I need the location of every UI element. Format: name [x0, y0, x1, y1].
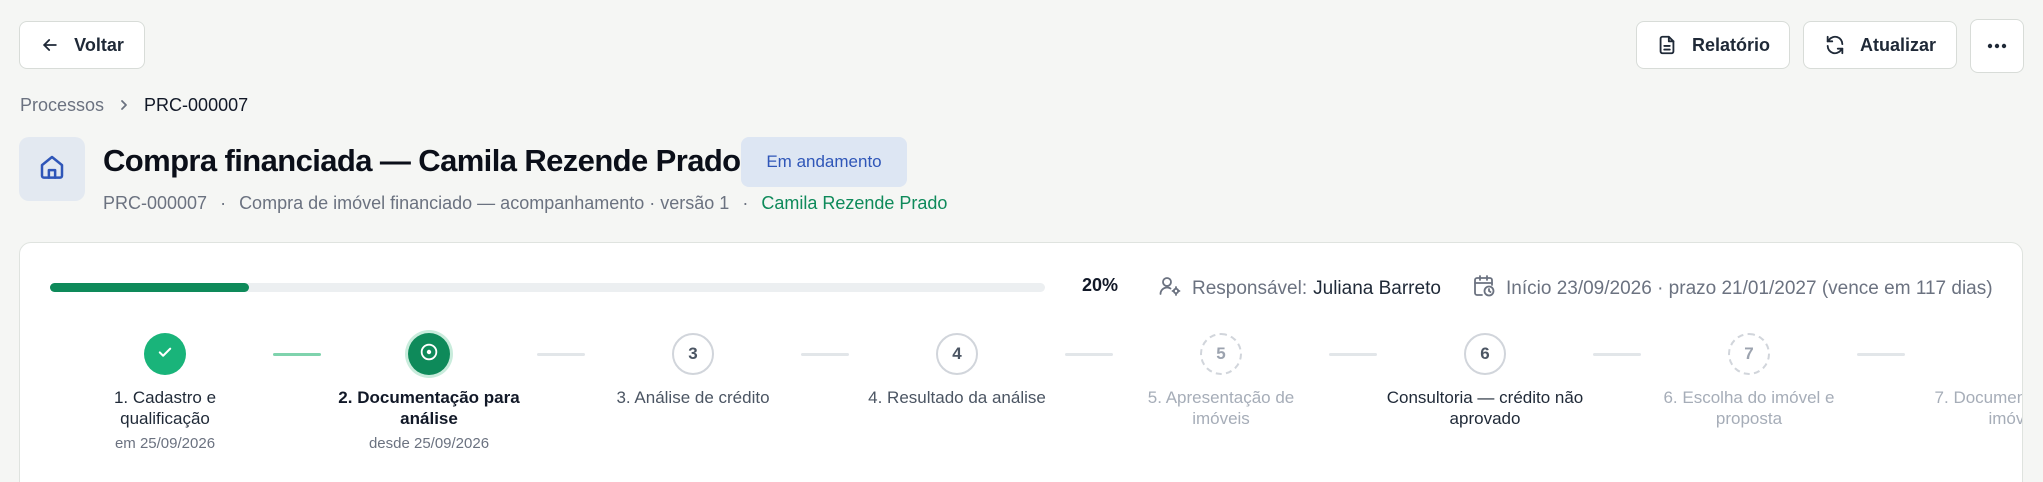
breadcrumb-current: PRC-000007: [144, 95, 249, 115]
progress-percent: 20%: [1082, 275, 1119, 295]
current-step-icon: [418, 341, 440, 368]
arrow-left-icon: [40, 35, 60, 55]
process-code: PRC-000007: [103, 193, 208, 213]
report-button[interactable]: Relatório: [1636, 21, 1790, 69]
step-3[interactable]: 3 3. Análise de crédito: [573, 333, 813, 408]
back-button[interactable]: Voltar: [19, 21, 145, 69]
status-badge: Em andamento: [741, 137, 907, 187]
client-link[interactable]: Camila Rezende Prado: [761, 193, 947, 214]
breadcrumb-processes-link[interactable]: Processos: [20, 95, 104, 116]
step-1-date: em 25/09/2026: [114, 435, 216, 452]
step-3-circle: 3: [672, 333, 714, 375]
step-5[interactable]: 5 5. Apresentação de imóveis: [1101, 333, 1341, 429]
user-settings-icon: [1158, 274, 1182, 304]
refresh-button-label: Atualizar: [1859, 34, 1937, 55]
back-button-label: Voltar: [74, 34, 124, 55]
process-subtitle: PRC-000007 · Compra de imóvel financiado…: [103, 193, 947, 214]
step-7-circle: 7: [1728, 333, 1770, 375]
more-horizontal-icon: [1987, 43, 2007, 49]
owner-info: Responsável: Juliana Barreto: [1158, 274, 1441, 304]
step-8[interactable]: 7. Documentação do imóvel: [1893, 333, 2022, 429]
page-title: Compra financiada — Camila Rezende Prado: [103, 143, 741, 178]
chevron-right-icon: [118, 95, 130, 116]
step-6[interactable]: 6 Consultoria — crédito não aprovado: [1365, 333, 1605, 429]
step-2-circle: [408, 333, 450, 375]
breadcrumb: Processos PRC-000007: [20, 95, 248, 116]
step-6-circle: 6: [1464, 333, 1506, 375]
refresh-icon: [1824, 34, 1846, 56]
separator-dot: ·: [742, 193, 749, 213]
step-7-label: 6. Escolha do imóvel e proposta: [1663, 388, 1835, 428]
document-icon: [1656, 34, 1678, 56]
refresh-button[interactable]: Atualizar: [1803, 21, 1957, 69]
step-5-label: 5. Apresentação de imóveis: [1147, 388, 1295, 428]
progress-bar-fill: [50, 283, 249, 292]
step-8-label: 7. Documentação do imóvel: [1934, 388, 2022, 428]
step-2[interactable]: 2. Documentação para análise desde 25/09…: [309, 333, 549, 452]
dates-text: Início 23/09/2026 · prazo 21/01/2027 (ve…: [1506, 278, 1993, 299]
step-4[interactable]: 4 4. Resultado da análise: [837, 333, 1077, 408]
separator-dot: ·: [220, 193, 227, 213]
step-6-label: Consultoria — crédito não aprovado: [1386, 388, 1584, 428]
progress-card: 20% Responsável: Juliana Barreto Início …: [19, 242, 2023, 482]
more-options-button[interactable]: [1970, 19, 2024, 73]
calendar-clock-icon: [1472, 274, 1496, 304]
check-icon: [156, 343, 174, 366]
step-1-label: 1. Cadastro e qualificação: [113, 388, 217, 428]
step-3-label: 3. Análise de crédito: [616, 388, 770, 407]
step-5-circle: 5: [1200, 333, 1242, 375]
owner-name: Juliana Barreto: [1313, 278, 1441, 299]
dates-info: Início 23/09/2026 · prazo 21/01/2027 (ve…: [1472, 274, 1993, 304]
step-1-circle: [144, 333, 186, 375]
progress-bar: [50, 283, 1045, 292]
report-button-label: Relatório: [1691, 34, 1770, 55]
step-2-date: desde 25/09/2026: [368, 435, 490, 452]
step-4-label: 4. Resultado da análise: [868, 388, 1046, 407]
step-4-circle: 4: [936, 333, 978, 375]
process-description: Compra de imóvel financiado — acompanham…: [239, 193, 730, 213]
step-1[interactable]: 1. Cadastro e qualificação em 25/09/2026: [45, 333, 285, 452]
home-icon-tile: [19, 137, 85, 201]
step-2-label: 2. Documentação para análise: [338, 388, 520, 428]
home-icon: [37, 152, 67, 187]
owner-label: Responsável:: [1192, 278, 1308, 299]
step-7[interactable]: 7 6. Escolha do imóvel e proposta: [1629, 333, 1869, 429]
